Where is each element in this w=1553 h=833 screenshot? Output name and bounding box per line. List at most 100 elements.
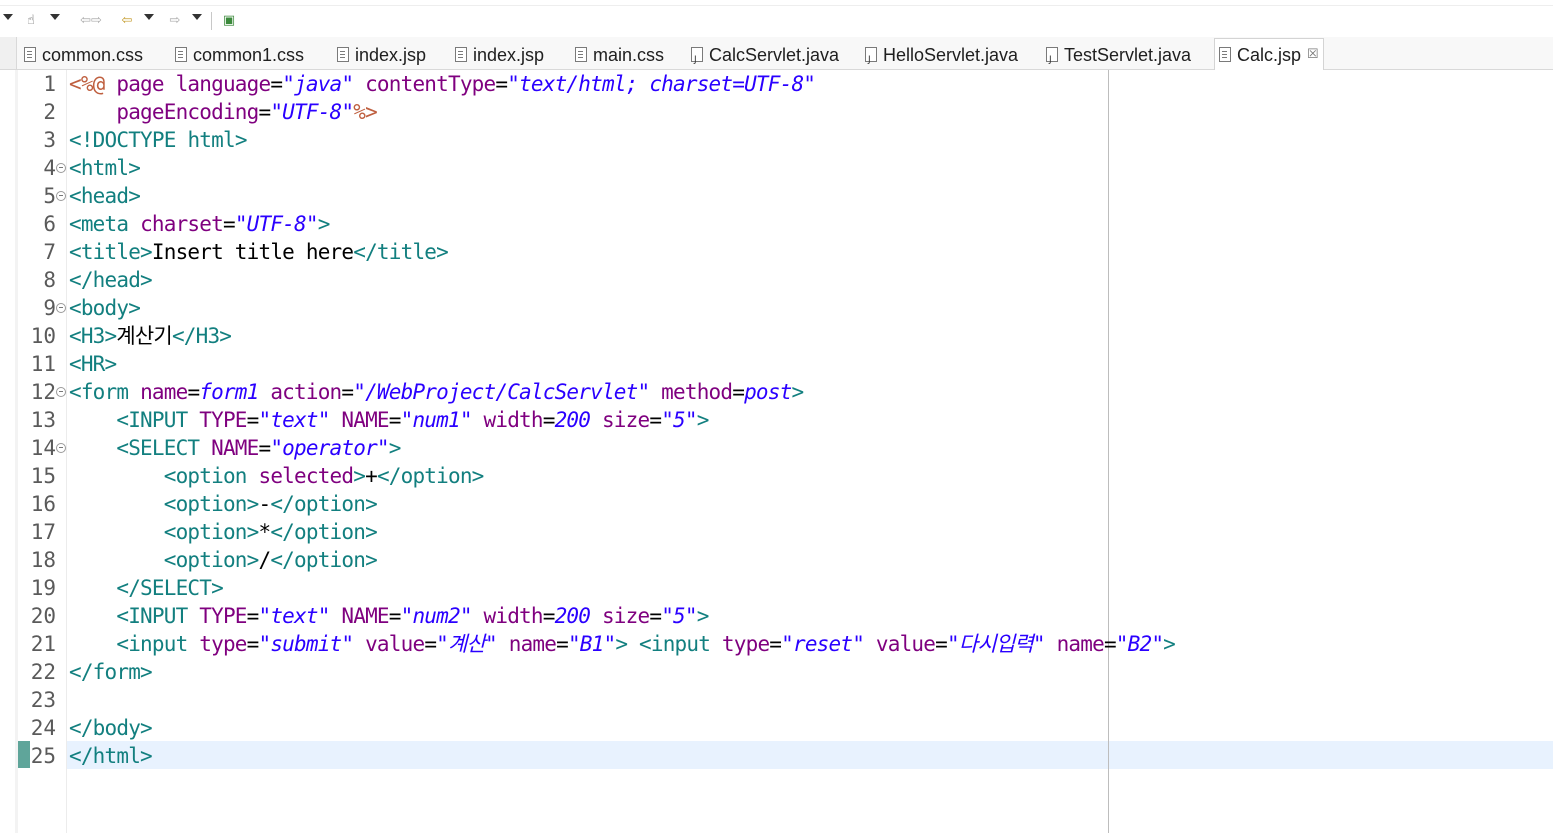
- tab-index-jsp-2[interactable]: index.jsp: [455, 40, 544, 68]
- tab-label: TestServlet.java: [1064, 45, 1192, 65]
- fold-toggle-icon[interactable]: [56, 387, 66, 397]
- code-line[interactable]: 12 <form name=form1 action="/WebProject/C…: [0, 378, 1553, 406]
- code-text[interactable]: <body>: [69, 294, 141, 322]
- tab-calcservlet-java[interactable]: CalcServlet.java: [691, 40, 839, 75]
- code-token: <H3>: [69, 324, 117, 348]
- code-text[interactable]: <head>: [69, 182, 141, 210]
- code-text[interactable]: <SELECT NAME="operator">: [69, 434, 401, 462]
- code-line[interactable]: 3 <!DOCTYPE html>: [0, 126, 1553, 154]
- code-text[interactable]: <%@ page language="java" contentType="te…: [69, 70, 816, 98]
- fold-toggle-icon[interactable]: [56, 303, 66, 313]
- back-forward-edit-icon[interactable]: ⇦⇨: [68, 12, 114, 30]
- code-token: "reset": [781, 632, 865, 656]
- code-token: </option>: [270, 548, 377, 572]
- code-line[interactable]: 13 <INPUT TYPE="text" NAME="num1" width=…: [0, 406, 1553, 434]
- code-line[interactable]: 6 <meta charset="UTF-8">: [0, 210, 1553, 238]
- code-line[interactable]: 17 <option>*</option>: [0, 518, 1553, 546]
- code-text[interactable]: <input type="submit" value="계산" name="B1…: [69, 630, 1175, 658]
- code-text[interactable]: <H3>계산기</H3>: [69, 322, 232, 350]
- code-line[interactable]: 11 <HR>: [0, 350, 1553, 378]
- code-token: "submit": [258, 632, 355, 656]
- code-line[interactable]: 5 <head>: [0, 182, 1553, 210]
- code-line[interactable]: 1 <%@ page language="java" contentType="t…: [0, 70, 1553, 98]
- code-text[interactable]: <html>: [69, 154, 141, 182]
- code-line[interactable]: 14 <SELECT NAME="operator">: [0, 434, 1553, 462]
- code-token: NAME: [211, 436, 259, 460]
- code-text[interactable]: <meta charset="UTF-8">: [69, 210, 330, 238]
- forward-arrow-icon[interactable]: ⇨: [166, 12, 184, 30]
- code-line[interactable]: 25 </html>: [0, 742, 1553, 770]
- code-line[interactable]: 24 </body>: [0, 714, 1553, 742]
- code-line[interactable]: 16 <option>-</option>: [0, 490, 1553, 518]
- code-line[interactable]: 21 <input type="submit" value="계산" name=…: [0, 630, 1553, 658]
- code-text[interactable]: <form name=form1 action="/WebProject/Cal…: [69, 378, 804, 406]
- line-number: 18: [30, 548, 56, 572]
- code-token: "5": [661, 604, 697, 628]
- code-token: =: [270, 72, 283, 96]
- tab-testservlet-java[interactable]: TestServlet.java: [1046, 40, 1192, 75]
- code-token: <html>: [69, 156, 141, 180]
- back-arrow-icon[interactable]: ⇦: [118, 12, 136, 30]
- code-text[interactable]: <!DOCTYPE html>: [69, 126, 247, 154]
- code-text[interactable]: pageEncoding="UTF-8"%>: [69, 98, 377, 126]
- code-token: form1: [199, 380, 259, 404]
- code-token: selected: [258, 464, 355, 488]
- tab-index-jsp[interactable]: index.jsp: [337, 40, 426, 68]
- tab-helloservlet-java[interactable]: HelloServlet.java: [865, 40, 1018, 75]
- code-text[interactable]: </form>: [69, 658, 153, 686]
- code-token: <HR>: [69, 352, 117, 376]
- code-token: "B2": [1115, 632, 1164, 656]
- code-text[interactable]: </SELECT>: [69, 574, 223, 602]
- forward-dropdown-icon[interactable]: [192, 14, 202, 20]
- code-token: </head>: [69, 268, 153, 292]
- code-line[interactable]: 18 <option>/</option>: [0, 546, 1553, 574]
- code-line[interactable]: 7 <title>Insert title here</title>: [0, 238, 1553, 266]
- code-text[interactable]: <title>Insert title here</title>: [69, 238, 449, 266]
- java-file-icon: [691, 45, 703, 75]
- code-line[interactable]: 15 <option selected>+</option>: [0, 462, 1553, 490]
- code-text[interactable]: </head>: [69, 266, 153, 294]
- tab-main-css[interactable]: main.css: [575, 40, 664, 68]
- code-editor[interactable]: 1 <%@ page language="java" contentType="t…: [0, 70, 1553, 833]
- code-line[interactable]: 2 pageEncoding="UTF-8"%>: [0, 98, 1553, 126]
- pointer-icon[interactable]: ☝: [22, 12, 40, 30]
- code-text[interactable]: <option>*</option>: [69, 518, 378, 546]
- code-line[interactable]: 10 <H3>계산기</H3>: [0, 322, 1553, 350]
- fold-toggle-icon[interactable]: [56, 191, 66, 201]
- pointer-dropdown-icon[interactable]: [50, 14, 60, 20]
- code-line[interactable]: 4 <html>: [0, 154, 1553, 182]
- tab-common-css[interactable]: common.css: [24, 40, 143, 68]
- fold-toggle-icon[interactable]: [56, 443, 66, 453]
- code-text[interactable]: <HR>: [69, 350, 117, 378]
- view-menu-caret-icon[interactable]: [3, 14, 13, 20]
- code-token: type: [721, 632, 770, 656]
- open-perspective-icon[interactable]: ▣: [219, 12, 239, 30]
- code-line[interactable]: 9 <body>: [0, 294, 1553, 322]
- code-text[interactable]: <INPUT TYPE="text" NAME="num2" width=200…: [69, 602, 709, 630]
- code-line[interactable]: 22 </form>: [0, 658, 1553, 686]
- code-line[interactable]: 8 </head>: [0, 266, 1553, 294]
- code-line[interactable]: 20 <INPUT TYPE="text" NAME="num2" width=…: [0, 602, 1553, 630]
- code-text[interactable]: <option>/</option>: [69, 546, 378, 574]
- code-text[interactable]: </body>: [69, 714, 153, 742]
- code-text[interactable]: <INPUT TYPE="text" NAME="num1" width=200…: [69, 406, 709, 434]
- code-text[interactable]: <option>-</option>: [69, 490, 378, 518]
- code-text[interactable]: </html>: [69, 742, 153, 770]
- tab-common1-css[interactable]: common1.css: [175, 40, 304, 68]
- close-tab-icon[interactable]: ☒: [1307, 46, 1319, 61]
- fold-toggle-icon[interactable]: [56, 163, 66, 173]
- code-text[interactable]: <option selected>+</option>: [69, 462, 485, 490]
- back-dropdown-icon[interactable]: [144, 14, 154, 20]
- tab-calc-jsp[interactable]: Calc.jsp ☒: [1214, 38, 1324, 71]
- code-line[interactable]: 19 </SELECT>: [0, 574, 1553, 602]
- line-number: 7: [43, 240, 56, 264]
- code-token: pageEncoding: [116, 100, 259, 124]
- code-line[interactable]: 23: [0, 686, 1553, 714]
